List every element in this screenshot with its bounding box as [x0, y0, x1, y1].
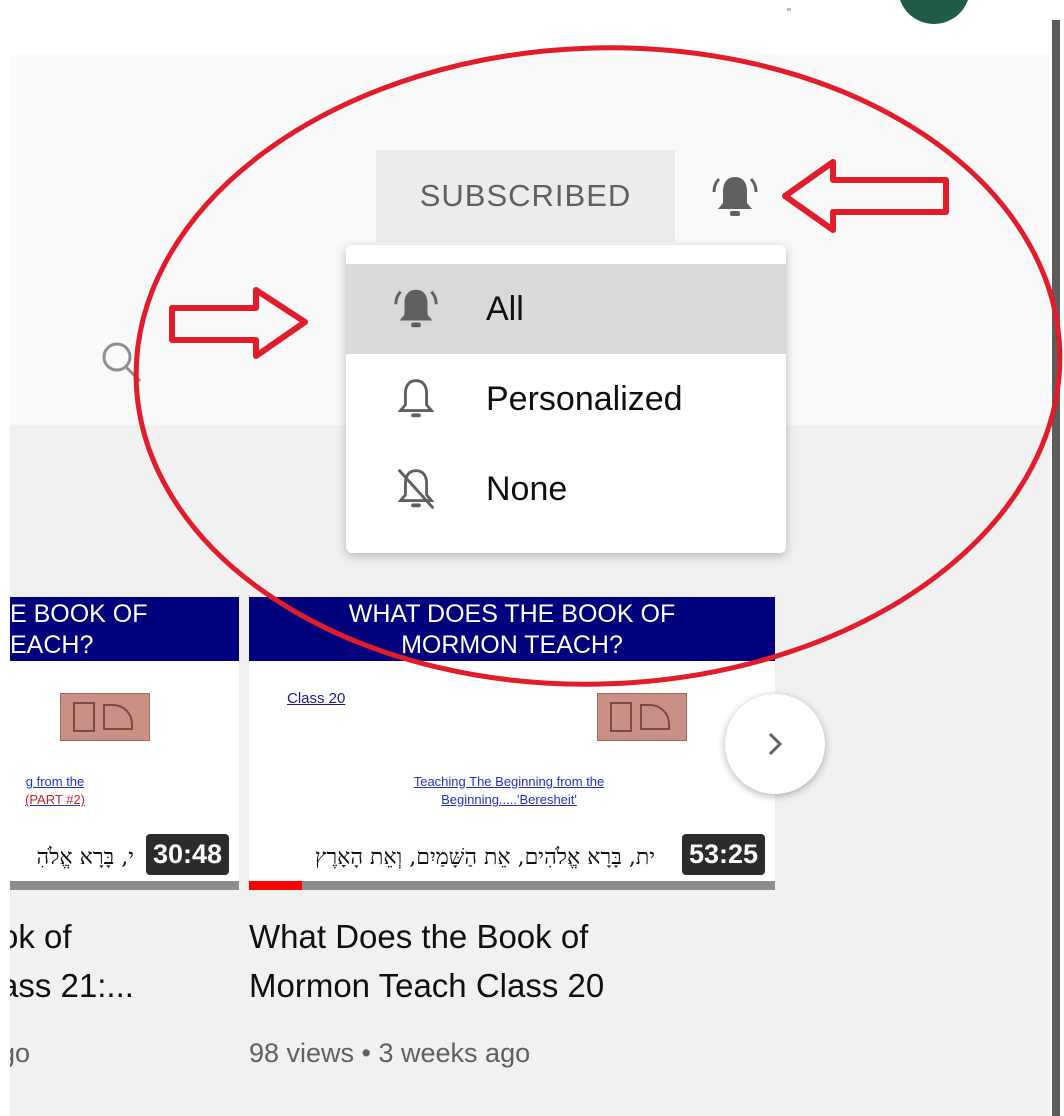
menu-item-personalized[interactable]: Personalized [346, 354, 786, 444]
thumbnail-banner: E BOOK OF EACH? [10, 597, 239, 661]
hieroglyph-image [597, 693, 687, 741]
bell-ringing-icon [394, 289, 438, 328]
video-title-line[interactable]: ass 21:... [10, 961, 134, 1010]
menu-item-none[interactable]: None [346, 444, 786, 534]
video-meta: 98 views • 3 weeks ago [249, 1038, 531, 1068]
banner-line: EACH? [10, 631, 94, 659]
search-icon[interactable] [96, 336, 148, 388]
scrollbar[interactable] [1050, 0, 1064, 1116]
next-arrow-button[interactable] [725, 694, 825, 794]
video-title-line[interactable]: Mormon Teach Class 20 [249, 961, 604, 1010]
video-thumbnail[interactable]: WHAT DOES THE BOOK OF MORMON TEACH? Clas… [249, 597, 775, 890]
banner-line: MORMON TEACH? [401, 631, 623, 659]
video-duration: 53:25 [681, 834, 765, 875]
thumbnail-text: g from the (PART #2) [25, 774, 85, 807]
video-duration: 30:48 [145, 834, 229, 875]
video-info[interactable]: ok of ass 21:... go [10, 912, 210, 1082]
top-bar-dot [787, 8, 791, 11]
menu-item-label: None [486, 469, 568, 508]
avatar[interactable] [898, 0, 970, 24]
bell-ringing-icon [712, 177, 758, 216]
hieroglyph-image [60, 693, 150, 741]
video-title-line[interactable]: What Does the Book of [249, 912, 588, 961]
video-thumbnail[interactable]: E BOOK OF EACH? g from the (PART #2) י, … [10, 597, 239, 890]
thumbnail-hebrew: ית, בָּרָא אֱלֹהִים, אֵת הַשָּׁמַיִם, וְ… [314, 845, 655, 870]
thumbnail-banner: WHAT DOES THE BOOK OF MORMON TEACH? [249, 597, 775, 661]
watch-progress-track [249, 881, 775, 890]
banner-line: E BOOK OF [10, 600, 148, 628]
notification-bell-button[interactable] [706, 168, 764, 226]
banner-line: WHAT DOES THE BOOK OF [348, 600, 676, 628]
video-title-line[interactable]: ok of [10, 912, 72, 961]
chevron-right-icon [768, 732, 783, 756]
top-bar [0, 0, 1050, 55]
menu-item-label: Personalized [486, 379, 683, 418]
thumbnail-hebrew: י, בָּרָא אֱלֹהִ [36, 845, 134, 870]
menu-item-label: All [486, 289, 524, 328]
menu-item-all[interactable]: All [346, 264, 786, 354]
bell-off-icon [397, 468, 435, 510]
watch-progress-fill [249, 881, 302, 890]
video-meta: go [10, 1038, 31, 1068]
thumbnail-class-label: Class 20 [287, 690, 346, 707]
watch-progress-track [10, 881, 239, 890]
notification-menu: All Personalized None [346, 245, 786, 553]
thumbnail-text: Teaching The Beginning from the Beginnin… [413, 774, 605, 807]
bell-outline-icon [397, 379, 435, 418]
subscribed-button[interactable]: SUBSCRIBED [376, 150, 675, 242]
